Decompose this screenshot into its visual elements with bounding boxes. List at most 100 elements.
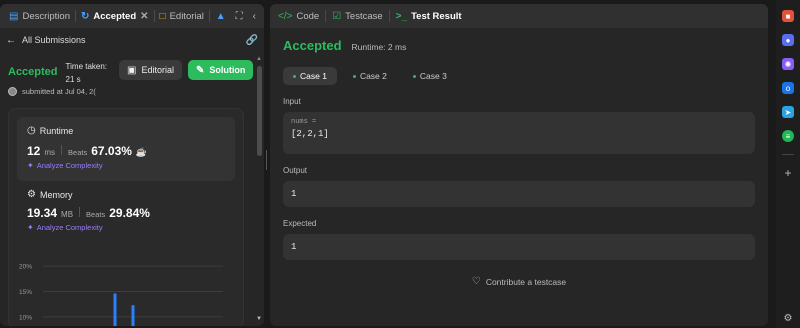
link-icon[interactable]: 🔗 (246, 35, 258, 46)
chart-bar[interactable] (131, 305, 135, 326)
flask-icon[interactable]: ▲ (216, 11, 226, 22)
checkbox-icon: ☑ (332, 10, 342, 22)
memory-title: ⚙ Memory (27, 189, 225, 200)
tab-description[interactable]: ▤ Description (4, 4, 75, 28)
runtime-card[interactable]: ◷ Runtime 12 ms Beats 67.03% ☕ ✦ Analyze… (17, 117, 235, 181)
back-row[interactable]: ← All Submissions 🔗 (0, 28, 264, 52)
result-header: Accepted Runtime: 2 ms (283, 38, 755, 53)
time-taken: Time taken: 21 s (66, 60, 108, 86)
scrollbar-thumb[interactable] (257, 66, 262, 156)
settings-icon[interactable]: ⚙ (784, 313, 793, 324)
memory-card[interactable]: ⚙ Memory 19.34 MB Beats 29.84% ✦ Analyze… (17, 181, 235, 232)
memory-beats-label: Beats (86, 210, 106, 219)
clock-icon: ◷ (27, 125, 36, 136)
output-box: 1 (283, 181, 755, 207)
runtime-unit: ms (44, 148, 56, 157)
runtime-beats-label: Beats (68, 148, 88, 157)
tab-code[interactable]: </> Code (278, 11, 319, 22)
memory-analyze-link[interactable]: ✦ Analyze Complexity (27, 223, 225, 232)
runtime-title-label: Runtime (39, 125, 74, 136)
panel-resize-handle[interactable] (265, 150, 268, 170)
submission-panel: ▤ Description ↻ Accepted ✕ □ Editorial ▲… (0, 4, 264, 326)
memory-title-label: Memory (39, 189, 73, 200)
time-taken-label: Time taken: (65, 62, 108, 71)
heart-icon: ♡ (471, 276, 481, 287)
stat-divider (79, 207, 81, 217)
input-label: Input (283, 97, 301, 106)
sparkle-icon: ✦ (27, 223, 34, 232)
spotify-icon[interactable]: ≡ (782, 130, 794, 142)
solution-button[interactable]: ✎ Solution (188, 60, 254, 80)
copilot-icon[interactable]: ✺ (782, 58, 794, 70)
editorial-button[interactable]: ▣ Editorial (119, 60, 182, 80)
edit-icon: ✎ (196, 64, 205, 76)
memory-stat: 19.34 MB Beats 29.84% (27, 206, 225, 220)
all-submissions-link[interactable]: All Submissions (22, 35, 86, 45)
editorial-button-label: Editorial (141, 65, 174, 75)
toolbox-icon[interactable]: ■ (782, 10, 794, 22)
sidebar-divider (782, 154, 794, 155)
arrow-left-icon[interactable]: ← (6, 35, 16, 46)
expected-label: Expected (283, 219, 317, 228)
chart-ytick-label: 20% (19, 264, 32, 271)
input-box: nums = [2,2,1] (283, 112, 755, 154)
tab-testcase[interactable]: ☑ Testcase (332, 11, 382, 22)
outlook-icon[interactable]: o (782, 82, 794, 94)
chart-bar[interactable] (113, 293, 117, 326)
user-icon[interactable]: ● (782, 34, 794, 46)
right-tab-bar: </> Code ☑ Testcase >_ Test Result (270, 4, 768, 28)
runtime-analyze-label: Analyze Complexity (36, 161, 103, 170)
add-icon[interactable]: + (782, 166, 794, 180)
result-body: Accepted Runtime: 2 ms Case 1 Case 2 Cas… (270, 28, 768, 297)
result-status: Accepted (283, 38, 342, 53)
expected-box: 1 (283, 234, 755, 260)
case-tab-label: Case 2 (359, 71, 387, 81)
tab-divider (388, 10, 390, 22)
close-icon[interactable]: ✕ (140, 11, 148, 22)
runtime-analyze-link[interactable]: ✦ Analyze Complexity (27, 161, 225, 170)
app-root: ▤ Description ↻ Accepted ✕ □ Editorial ▲… (0, 0, 800, 328)
runtime-stat: 12 ms Beats 67.03% ☕ (27, 144, 225, 158)
input-value: [2,2,1] (291, 129, 329, 139)
input-var-name: nums = (291, 118, 317, 126)
description-icon: ▤ (9, 10, 19, 22)
tab-test-result-label: Test Result (411, 10, 462, 22)
stats-container: ◷ Runtime 12 ms Beats 67.03% ☕ ✦ Analyze… (8, 108, 244, 326)
scroll-up-arrow[interactable]: ▲ (256, 56, 262, 62)
submitted-info: submitted at Jul 04, 2( (0, 84, 264, 98)
tab-accepted[interactable]: ↻ Accepted ✕ (76, 4, 154, 28)
pass-dot (412, 74, 416, 78)
memory-beats-pct: 29.84% (109, 206, 150, 220)
stat-divider (61, 145, 63, 155)
submitted-text: submitted at Jul 04, 2( (22, 86, 96, 96)
memory-value: 19.34 (27, 206, 58, 220)
memory-analyze-label: Analyze Complexity (36, 223, 103, 232)
memory-unit: MB (61, 210, 74, 219)
tab-testcase-label: Testcase (345, 10, 383, 22)
chevron-left-icon[interactable]: ‹ (253, 11, 256, 22)
pass-dot (352, 74, 356, 78)
case-tab-2[interactable]: Case 2 (343, 67, 397, 85)
tab-test-result[interactable]: >_ Test Result (396, 11, 462, 22)
runtime-title: ◷ Runtime (27, 125, 225, 136)
left-tab-bar: ▤ Description ↻ Accepted ✕ □ Editorial ▲… (0, 4, 264, 28)
case-tab-3[interactable]: Case 3 (403, 67, 457, 85)
case-tab-label: Case 1 (300, 71, 327, 81)
output-value: 1 (291, 189, 297, 199)
runtime-beats-pct: 67.03% (91, 144, 132, 158)
tab-editorial-label: Editorial (169, 10, 204, 22)
case-tab-1[interactable]: Case 1 (283, 67, 337, 85)
telegram-icon[interactable]: ➤ (782, 106, 794, 118)
tab-accepted-label: Accepted (93, 10, 137, 22)
history-icon: ↻ (80, 10, 90, 22)
contribute-testcase-link[interactable]: ♡ Contribute a testcase (283, 276, 755, 287)
chip-icon: ⚙ (27, 189, 36, 200)
terminal-icon: >_ (395, 10, 408, 22)
fullscreen-icon[interactable]: ⛶ (236, 11, 243, 22)
book-icon: □ (159, 10, 166, 22)
scroll-down-arrow[interactable]: ▼ (256, 316, 262, 322)
tab-editorial[interactable]: □ Editorial (155, 4, 209, 28)
memory-distribution-chart[interactable]: 20% 15% 10% (17, 257, 233, 326)
book-icon: ▣ (127, 64, 137, 76)
result-runtime: Runtime: 2 ms (351, 42, 407, 52)
